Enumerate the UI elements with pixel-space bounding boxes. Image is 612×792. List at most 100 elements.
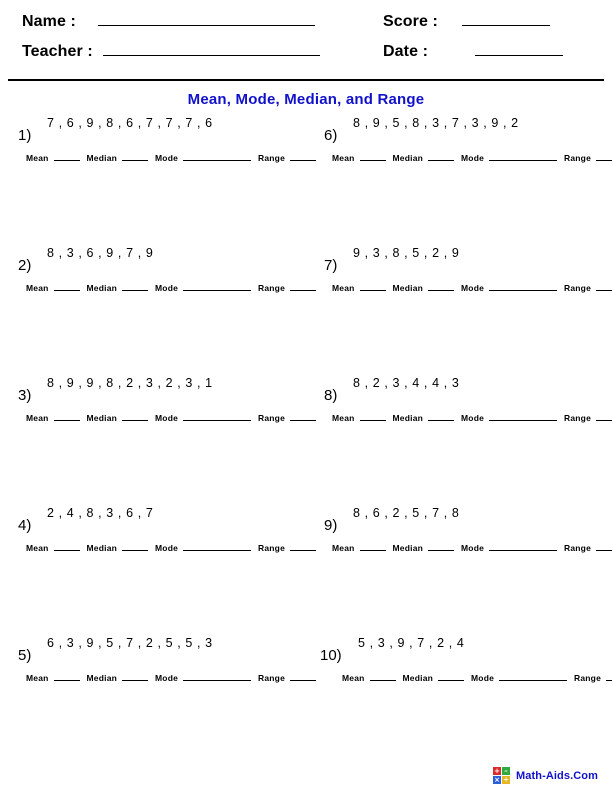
mean-answer-blank[interactable] (53, 412, 80, 421)
range-answer-blank[interactable] (596, 152, 612, 161)
mode-answer-blank[interactable] (183, 542, 252, 551)
brand[interactable]: + – × ÷ Math-Aids.Com (493, 767, 598, 784)
mean-answer-blank[interactable] (53, 672, 80, 681)
range-answer-blank[interactable] (290, 282, 316, 291)
range-answer-blank[interactable] (290, 542, 316, 551)
range-label: Range (258, 283, 285, 293)
minus-icon: – (502, 767, 511, 775)
problem-item: 5) 6 , 3 , 9 , 5 , 7 , 2 , 5 , 5 , 3 Mean M… (14, 632, 316, 752)
mode-answer-blank[interactable] (489, 412, 558, 421)
answer-line: Mean Median Mode Range (26, 412, 316, 423)
number-sequence: 6 , 3 , 9 , 5 , 7 , 2 , 5 , 5 , 3 (47, 636, 213, 650)
mode-label: Mode (471, 673, 495, 683)
problem-item: 1) 7 , 6 , 9 , 8 , 6 , 7 , 7 , 7 , 6 Mean M… (14, 112, 316, 232)
problem-item: 9) 8 , 6 , 2 , 5 , 7 , 8 Mean Median Mode Ran… (320, 502, 612, 622)
problem-number: 2) (18, 257, 32, 274)
problem-number: 8) (324, 387, 338, 404)
median-answer-blank[interactable] (428, 152, 455, 161)
number-sequence: 9 , 3 , 8 , 5 , 2 , 9 (353, 246, 460, 260)
mean-answer-blank[interactable] (359, 152, 386, 161)
median-label: Median (392, 153, 424, 163)
teacher-input-blank[interactable] (102, 42, 320, 56)
range-answer-blank[interactable] (290, 412, 316, 421)
median-label: Median (86, 413, 118, 423)
mode-label: Mode (155, 283, 179, 293)
mean-answer-blank[interactable] (369, 672, 396, 681)
mode-answer-blank[interactable] (489, 542, 558, 551)
mode-answer-blank[interactable] (499, 672, 568, 681)
answer-line: Mean Median Mode Range (332, 282, 612, 293)
range-label: Range (564, 413, 591, 423)
range-answer-blank[interactable] (596, 542, 612, 551)
times-icon: × (493, 775, 502, 784)
problem-item: 8) 8 , 2 , 3 , 4 , 4 , 3 Mean Median Mode Ran… (320, 372, 612, 492)
range-label: Range (258, 413, 285, 423)
median-answer-blank[interactable] (122, 672, 149, 681)
range-answer-blank[interactable] (596, 282, 612, 291)
problem-number: 1) (18, 127, 32, 144)
mode-answer-blank[interactable] (183, 152, 252, 161)
mode-answer-blank[interactable] (183, 282, 252, 291)
answer-line: Mean Median Mode Range (332, 152, 612, 163)
name-input-blank[interactable] (97, 12, 315, 26)
range-answer-blank[interactable] (290, 152, 316, 161)
date-label: Date : (383, 43, 429, 60)
median-answer-blank[interactable] (428, 542, 455, 551)
answer-line: Mean Median Mode Range (332, 542, 612, 553)
answer-line: Mean Median Mode Range (26, 152, 316, 163)
divide-icon: ÷ (502, 775, 511, 784)
mode-label: Mode (155, 543, 179, 553)
mode-label: Mode (155, 153, 179, 163)
median-answer-blank[interactable] (428, 282, 455, 291)
date-input-blank[interactable] (475, 42, 564, 56)
problem-number: 6) (324, 127, 338, 144)
mean-label: Mean (332, 543, 355, 553)
answer-line: Mean Median Mode Range (342, 672, 612, 683)
number-sequence: 8 , 3 , 6 , 9 , 7 , 9 (47, 246, 154, 260)
number-sequence: 8 , 9 , 9 , 8 , 2 , 3 , 2 , 3 , 1 (47, 376, 213, 390)
mean-answer-blank[interactable] (359, 282, 386, 291)
range-answer-blank[interactable] (606, 672, 612, 681)
mean-answer-blank[interactable] (53, 152, 80, 161)
median-label: Median (402, 673, 434, 683)
mode-label: Mode (461, 543, 485, 553)
mean-answer-blank[interactable] (359, 542, 386, 551)
median-label: Median (86, 673, 118, 683)
range-label: Range (564, 153, 591, 163)
median-answer-blank[interactable] (438, 672, 465, 681)
score-input-blank[interactable] (461, 12, 550, 26)
median-answer-blank[interactable] (122, 152, 149, 161)
problem-item: 3) 8 , 9 , 9 , 8 , 2 , 3 , 2 , 3 , 1 Mean M… (14, 372, 316, 492)
median-answer-blank[interactable] (122, 412, 149, 421)
median-answer-blank[interactable] (122, 282, 149, 291)
worksheet-title: Mean, Mode, Median, and Range (187, 91, 425, 108)
mode-answer-blank[interactable] (183, 412, 252, 421)
answer-line: Mean Median Mode Range (26, 672, 316, 683)
worksheet-footer: + – × ÷ Math-Aids.Com (0, 758, 612, 784)
answer-line: Mean Median Mode Range (26, 542, 316, 553)
mean-answer-blank[interactable] (53, 282, 80, 291)
range-label: Range (564, 283, 591, 293)
mean-label: Mean (26, 673, 49, 683)
mean-answer-blank[interactable] (53, 542, 80, 551)
range-answer-blank[interactable] (596, 412, 612, 421)
range-answer-blank[interactable] (290, 672, 316, 681)
mode-answer-blank[interactable] (489, 282, 558, 291)
mean-label: Mean (332, 413, 355, 423)
mean-label: Mean (26, 413, 49, 423)
mode-label: Mode (461, 413, 485, 423)
median-answer-blank[interactable] (122, 542, 149, 551)
mean-answer-blank[interactable] (359, 412, 386, 421)
name-field-row: Name : (22, 12, 315, 31)
mode-answer-blank[interactable] (183, 672, 252, 681)
range-label: Range (574, 673, 601, 683)
header-divider (8, 79, 604, 81)
median-answer-blank[interactable] (428, 412, 455, 421)
mean-label: Mean (332, 283, 355, 293)
mean-label: Mean (342, 673, 365, 683)
score-field-row: Score : (383, 12, 550, 31)
answer-line: Mean Median Mode Range (26, 282, 316, 293)
teacher-label: Teacher : (22, 43, 93, 60)
teacher-field-row: Teacher : (22, 42, 320, 61)
mode-answer-blank[interactable] (489, 152, 558, 161)
